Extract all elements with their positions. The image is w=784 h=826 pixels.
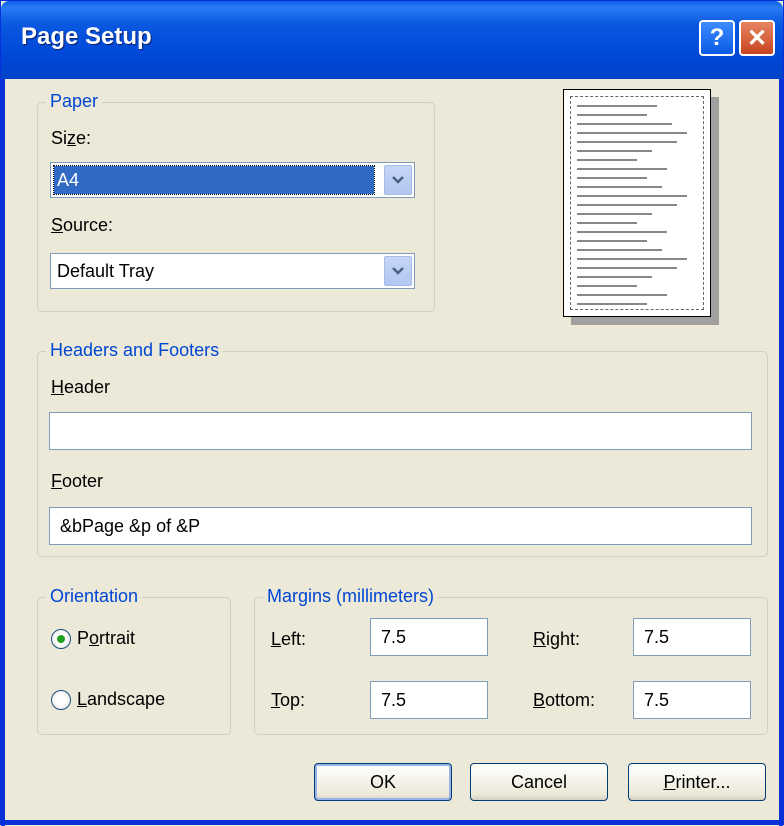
preview-text-line — [577, 258, 687, 260]
preview-text-line — [577, 150, 652, 152]
size-select[interactable]: A4 — [50, 162, 415, 198]
chevron-down-icon — [392, 267, 404, 275]
title-bar[interactable]: Page Setup ? ✕ — [1, 1, 783, 79]
portrait-radio[interactable] — [51, 629, 71, 649]
top-margin-input[interactable]: 7.5 — [370, 681, 488, 719]
size-selected-value: A4 — [53, 165, 375, 195]
close-icon: ✕ — [746, 24, 768, 52]
preview-text-line — [577, 177, 647, 179]
page-preview — [563, 89, 711, 317]
size-label: Size: — [51, 128, 92, 148]
window-border-right — [779, 79, 783, 826]
preview-text-line — [577, 240, 647, 242]
header-input[interactable] — [49, 412, 752, 450]
preview-text-line — [577, 249, 662, 251]
preview-text-line — [577, 231, 667, 233]
source-select[interactable]: Default Tray — [50, 253, 415, 289]
help-button[interactable]: ? — [699, 20, 735, 56]
preview-text-line — [577, 303, 647, 305]
help-icon: ? — [709, 24, 725, 51]
paper-legend: Paper — [46, 91, 103, 112]
right-margin-label: Right: — [533, 629, 581, 649]
preview-text-line — [577, 132, 687, 134]
left-margin-label: Left: — [271, 629, 307, 649]
top-margin-label: Top: — [271, 690, 306, 710]
margins-legend: Margins (millimeters) — [263, 586, 439, 607]
radio-selected-dot — [57, 635, 65, 643]
source-dropdown-button[interactable] — [384, 256, 412, 286]
ok-button[interactable]: OK — [314, 763, 452, 801]
source-selected-value: Default Tray — [57, 261, 155, 281]
preview-text-line — [577, 213, 652, 215]
dialog-title: Page Setup — [21, 23, 152, 50]
preview-text-line — [577, 186, 662, 188]
right-margin-input[interactable]: 7.5 — [633, 618, 751, 656]
preview-text-line — [577, 159, 637, 161]
footer-label: Footer — [51, 471, 104, 491]
cancel-button[interactable]: Cancel — [470, 763, 608, 801]
printer-button[interactable]: Printer... — [628, 763, 766, 801]
footer-input[interactable]: &bPage &p of &P — [49, 507, 752, 545]
preview-text-line — [577, 285, 637, 287]
chevron-down-icon — [392, 176, 404, 184]
preview-text-line — [577, 222, 637, 224]
preview-text-line — [577, 276, 652, 278]
preview-text-line — [577, 195, 687, 197]
header-label: Header — [51, 377, 111, 397]
preview-text-line — [577, 114, 647, 116]
page-setup-dialog: Page Setup ? ✕ Paper Size: A4 Source: De… — [0, 0, 784, 826]
orientation-group: Orientation — [37, 586, 231, 735]
landscape-radio[interactable] — [51, 690, 71, 710]
preview-text-line — [577, 294, 667, 296]
window-border-left — [1, 79, 5, 826]
bottom-margin-input[interactable]: 7.5 — [633, 681, 751, 719]
left-margin-input[interactable]: 7.5 — [370, 618, 488, 656]
preview-margin-outline — [570, 96, 704, 310]
size-dropdown-button[interactable] — [384, 165, 412, 195]
preview-text-line — [577, 204, 677, 206]
orientation-legend: Orientation — [46, 586, 143, 607]
bottom-margin-label: Bottom: — [533, 690, 596, 710]
portrait-label[interactable]: Portrait — [77, 628, 135, 649]
preview-text-line — [577, 168, 667, 170]
preview-text-line — [577, 267, 677, 269]
preview-text-line — [577, 123, 672, 125]
preview-text-line — [577, 141, 677, 143]
close-button[interactable]: ✕ — [739, 20, 775, 56]
source-label: Source: — [51, 215, 114, 235]
preview-text-line — [577, 105, 657, 107]
window-border-bottom — [1, 820, 784, 824]
landscape-label[interactable]: Landscape — [77, 689, 165, 710]
headers-footers-legend: Headers and Footers — [46, 340, 224, 361]
